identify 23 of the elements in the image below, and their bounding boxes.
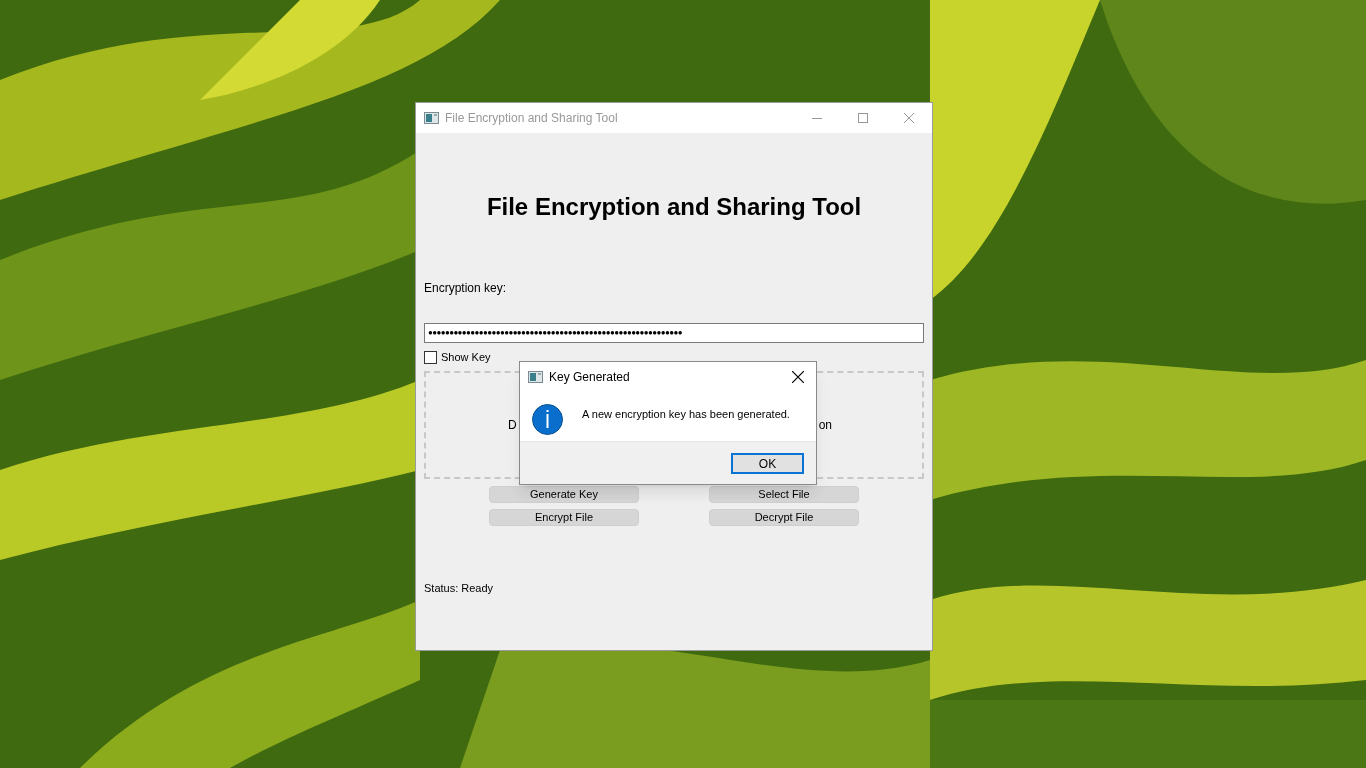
show-key-checkbox[interactable] xyxy=(424,350,437,364)
close-icon xyxy=(792,371,804,383)
drop-zone-text: D xyxy=(508,417,517,434)
ok-button[interactable]: OK xyxy=(731,452,804,474)
action-button[interactable]: Generate Key xyxy=(489,486,639,503)
minimize-icon xyxy=(812,117,822,119)
dialog-message: A new encryption key has been generated. xyxy=(582,407,790,422)
app-heading: File Encryption and Sharing Tool xyxy=(486,191,862,222)
drop-zone-text: on xyxy=(818,417,832,434)
app-icon xyxy=(424,112,439,124)
status-text: Status: Ready xyxy=(424,581,495,596)
action-button[interactable]: Select File xyxy=(709,486,859,503)
window-title: File Encryption and Sharing Tool xyxy=(445,110,618,127)
info-icon xyxy=(532,404,563,435)
show-key-label: Show Key xyxy=(441,349,491,365)
key-label: Encryption key: xyxy=(424,280,508,296)
dialog-title: Key Generated xyxy=(549,369,630,386)
maximize-icon xyxy=(858,113,868,123)
close-icon xyxy=(904,113,914,123)
key-field[interactable]: ●●●●●●●●●●●●●●●●●●●●●●●●●●●●●●●●●●●●●●●●●●●●●●●●●●●●●●●●●●●● xyxy=(424,323,924,343)
app-icon xyxy=(528,371,543,383)
action-button[interactable]: Decrypt File xyxy=(709,509,859,526)
action-button[interactable]: Encrypt File xyxy=(489,509,639,526)
